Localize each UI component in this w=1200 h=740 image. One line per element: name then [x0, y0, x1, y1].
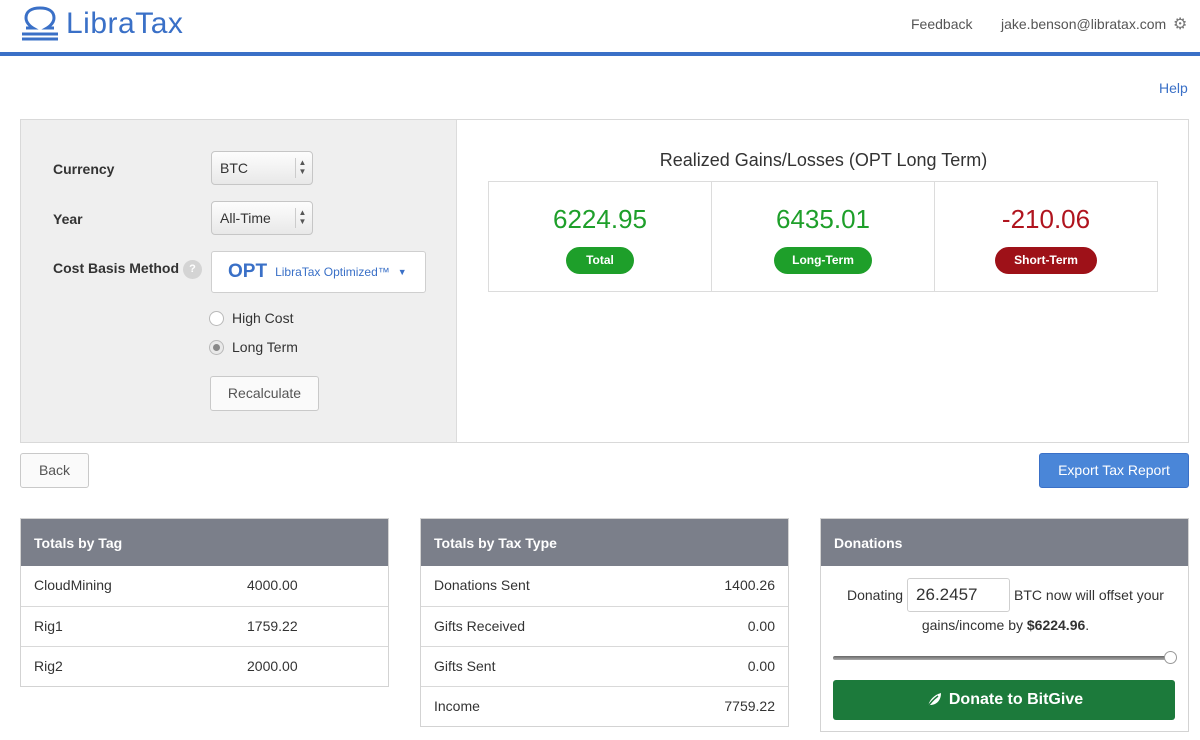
totals-by-tag-table: Totals by Tag CloudMining 4000.00 Rig1 1…	[20, 518, 389, 687]
tag-value: 1759.22	[247, 618, 298, 634]
offset-prefix: gains/income by	[921, 617, 1027, 633]
tag-name: CloudMining	[34, 577, 112, 593]
tag-name: Rig1	[34, 618, 63, 634]
currency-select[interactable]: BTC ▲ ▼	[211, 151, 313, 185]
cost-basis-label: Cost Basis Method?	[53, 260, 203, 279]
cost-basis-code: OPT	[228, 261, 268, 282]
donations-card: Donations Donating BTC now will offset y…	[820, 518, 1189, 732]
short-term-badge: Short-Term	[995, 247, 1097, 274]
gain-long-term-value: 6435.01	[776, 204, 870, 234]
gain-total-value: 6224.95	[553, 204, 647, 234]
card-title: Donations	[821, 519, 1188, 566]
export-tax-report-button[interactable]: Export Tax Report	[1039, 453, 1189, 488]
donation-offset-line: gains/income by $6224.96.	[821, 617, 1190, 633]
help-icon[interactable]: ?	[183, 260, 203, 279]
gain-long-term: 6435.01 Long-Term	[712, 182, 935, 291]
tag-value: 2000.00	[247, 658, 298, 674]
table-title: Totals by Tax Type	[421, 519, 788, 566]
table-row: Rig1 1759.22	[21, 606, 388, 646]
tax-type-name: Income	[434, 698, 480, 714]
leaf-icon	[926, 693, 941, 709]
cost-basis-name: LibraTax Optimized™	[275, 265, 390, 279]
user-account-link[interactable]: jake.benson@libratax.com	[1001, 16, 1166, 32]
table-row: Gifts Sent 0.00	[421, 646, 788, 686]
radio-high-cost[interactable]: High Cost	[209, 310, 293, 326]
tax-type-value: 0.00	[747, 658, 775, 674]
brand-name: LibraTax	[66, 7, 184, 40]
settings-and-gains-panel: Currency BTC ▲ ▼ Year All-Time ▲ ▼ Cost Ba…	[20, 119, 1189, 443]
radio-button[interactable]	[209, 310, 224, 326]
offset-amount: $6224.96	[1026, 617, 1086, 633]
year-label: Year	[53, 211, 83, 227]
help-link[interactable]: Help	[1159, 80, 1188, 96]
brand-logo[interactable]: LibraTax	[20, 6, 183, 42]
stepper-arrows-icon: ▲ ▼	[295, 208, 309, 228]
long-term-badge: Long-Term	[774, 247, 872, 274]
donation-amount-row: Donating BTC now will offset your	[847, 578, 1164, 612]
year-value: All-Time	[220, 210, 271, 226]
gain-short-term: -210.06 Short-Term	[935, 182, 1157, 291]
gains-summary: 6224.95 Total 6435.01 Long-Term -210.06 …	[488, 181, 1158, 292]
cost-basis-label-text: Cost Basis Method	[53, 260, 180, 277]
table-title: Totals by Tag	[21, 519, 388, 566]
table-row: Donations Sent 1400.26	[421, 566, 788, 606]
feedback-link[interactable]: Feedback	[911, 16, 972, 32]
radio-label: Long Term	[232, 339, 298, 355]
settings-panel: Currency BTC ▲ ▼ Year All-Time ▲ ▼ Cost Ba…	[21, 120, 457, 442]
stepper-arrows-icon: ▲ ▼	[295, 158, 309, 178]
currency-value: BTC	[220, 160, 248, 176]
tax-type-value: 7759.22	[724, 698, 775, 714]
tax-type-name: Gifts Received	[434, 618, 526, 634]
caret-down-icon: ▼	[397, 267, 407, 277]
table-row: CloudMining 4000.00	[21, 566, 388, 606]
offset-suffix: .	[1085, 617, 1090, 633]
donating-label: Donating	[847, 587, 904, 603]
recalculate-button[interactable]: Recalculate	[210, 376, 319, 411]
donation-slider[interactable]	[833, 651, 1177, 664]
tag-name: Rig2	[34, 658, 63, 674]
year-select[interactable]: All-Time ▲ ▼	[211, 201, 313, 235]
cost-basis-select[interactable]: OPT LibraTax Optimized™ ▼	[211, 251, 426, 293]
total-badge: Total	[566, 247, 634, 274]
donate-to-bitgive-button[interactable]: Donate to BitGive	[833, 680, 1175, 720]
donation-amount-input[interactable]	[907, 578, 1011, 612]
table-row: Rig2 2000.00	[21, 646, 388, 686]
back-button[interactable]: Back	[20, 453, 89, 488]
tag-value: 4000.00	[247, 577, 298, 593]
slider-handle[interactable]	[1164, 651, 1177, 664]
table-row: Income 7759.22	[421, 686, 788, 726]
table-row: Gifts Received 0.00	[421, 606, 788, 646]
gain-short-term-value: -210.06	[1001, 204, 1091, 234]
gains-title: Realized Gains/Losses (OPT Long Term)	[659, 150, 988, 170]
radio-button-selected[interactable]	[209, 339, 224, 355]
gear-icon[interactable]: ⚙	[1173, 14, 1187, 34]
gain-total: 6224.95 Total	[489, 182, 712, 291]
radio-long-term[interactable]: Long Term	[209, 339, 298, 355]
radio-label: High Cost	[232, 310, 294, 326]
app-header: LibraTax Feedback jake.benson@libratax.c…	[0, 0, 1200, 56]
scale-icon	[22, 6, 58, 41]
tax-type-value: 0.00	[747, 618, 775, 634]
totals-by-tax-type-table: Totals by Tax Type Donations Sent 1400.2…	[420, 518, 789, 727]
tax-type-value: 1400.26	[724, 577, 775, 593]
tax-type-name: Donations Sent	[434, 577, 530, 593]
donation-offset-text: BTC now will offset your	[1014, 587, 1164, 603]
currency-label: Currency	[53, 161, 115, 177]
tax-type-name: Gifts Sent	[434, 658, 496, 674]
donate-button-label: Donate to BitGive	[948, 691, 1084, 708]
